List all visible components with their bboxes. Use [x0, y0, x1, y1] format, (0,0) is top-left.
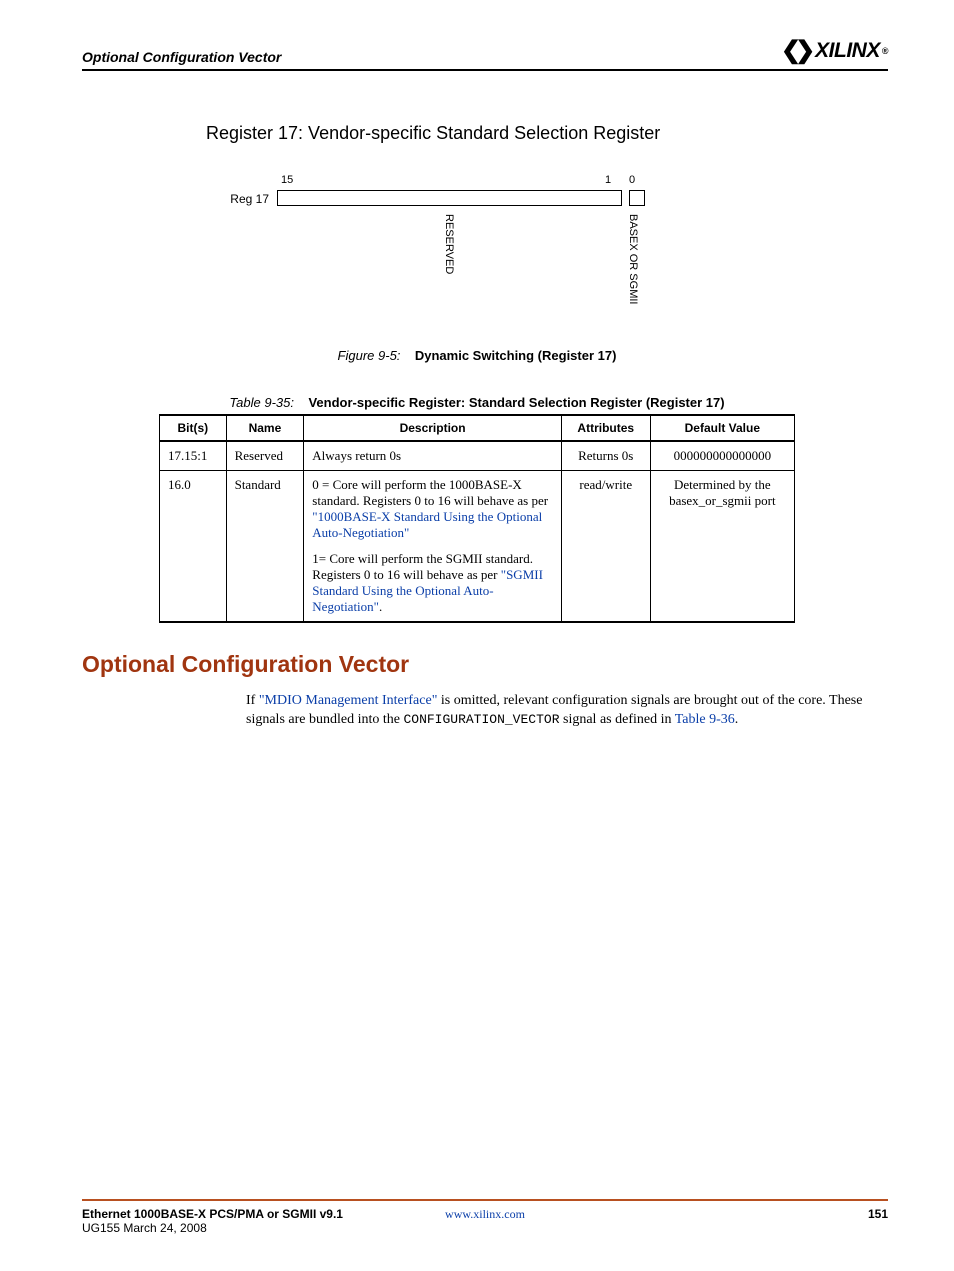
bit-label-1: 1 [605, 174, 611, 186]
cell-description: 0 = Core will perform the 1000BASE-X sta… [304, 471, 562, 623]
desc-text: 0 = Core will perform the 1000BASE-X sta… [312, 477, 548, 508]
figure-number: Figure 9-5: [338, 348, 401, 363]
bit-label-15: 15 [281, 174, 293, 186]
register-field-gap [621, 190, 629, 206]
th-bits: Bit(s) [160, 415, 227, 441]
section-body-paragraph: If "MDIO Management Interface" is omitte… [246, 692, 888, 730]
figure-caption: Figure 9-5: Dynamic Switching (Register … [0, 348, 954, 363]
register-table: Bit(s) Name Description Attributes Defau… [159, 414, 795, 623]
code-literal: CONFIGURATION_VECTOR [403, 712, 559, 727]
register-field-bit0-box [629, 190, 645, 206]
page-header: Optional Configuration Vector ❮❯ XILINX® [82, 36, 888, 71]
cell-name: Standard [226, 471, 304, 623]
body-text: . [735, 712, 739, 727]
table-row: 17.15:1 Reserved Always return 0s Return… [160, 441, 795, 471]
cell-bits: 17.15:1 [160, 441, 227, 471]
cell-attributes: read/write [561, 471, 650, 623]
cross-reference-link[interactable]: "1000BASE-X Standard Using the Optional … [312, 509, 542, 540]
registered-mark: ® [882, 46, 888, 56]
xilinx-logo-icon: ❮❯ [781, 36, 809, 65]
section-heading: Optional Configuration Vector [82, 651, 954, 678]
table-caption: Table 9-35: Vendor-specific Register: St… [0, 395, 954, 410]
register-field-labels: RESERVED BASEX OR SGMII [277, 210, 677, 340]
th-description: Description [304, 415, 562, 441]
register-row-label: Reg 17 [221, 190, 277, 206]
desc-text: . [379, 599, 382, 614]
register-row: Reg 17 [277, 190, 677, 206]
footer-page-number: 151 [868, 1207, 888, 1235]
register-field-reserved-box [277, 190, 621, 206]
bit-label-0: 0 [629, 174, 635, 186]
footer-doc-sub: UG155 March 24, 2008 [82, 1221, 343, 1235]
running-header-title: Optional Configuration Vector [82, 49, 281, 65]
page-footer: Ethernet 1000BASE-X PCS/PMA or SGMII v9.… [82, 1199, 888, 1235]
figure-title: Dynamic Switching (Register 17) [415, 348, 617, 363]
footer-doc-title: Ethernet 1000BASE-X PCS/PMA or SGMII v9.… [82, 1207, 343, 1221]
xilinx-logo-text: XILINX [815, 39, 880, 63]
field-label-reserved: RESERVED [443, 214, 455, 274]
cell-name: Reserved [226, 441, 304, 471]
th-attributes: Attributes [561, 415, 650, 441]
bit-index-labels: 15 1 0 [277, 174, 677, 190]
xilinx-logo: ❮❯ XILINX® [781, 36, 888, 65]
footer-left: Ethernet 1000BASE-X PCS/PMA or SGMII v9.… [82, 1207, 343, 1235]
table-title: Vendor-specific Register: Standard Selec… [308, 395, 724, 410]
body-text: If [246, 693, 259, 708]
cell-description: Always return 0s [304, 441, 562, 471]
table-number: Table 9-35: [229, 395, 294, 410]
cell-attributes: Returns 0s [561, 441, 650, 471]
th-default: Default Value [650, 415, 794, 441]
cross-reference-link[interactable]: Table 9-36 [675, 712, 735, 727]
register-boxes [277, 190, 645, 206]
register-heading: Register 17: Vendor-specific Standard Se… [206, 123, 954, 144]
table-row: 16.0 Standard 0 = Core will perform the … [160, 471, 795, 623]
th-name: Name [226, 415, 304, 441]
cell-default: Determined by the basex_or_sgmii port [650, 471, 794, 623]
cell-bits: 16.0 [160, 471, 227, 623]
footer-url-link[interactable]: www.xilinx.com [445, 1207, 525, 1221]
table-header-row: Bit(s) Name Description Attributes Defau… [160, 415, 795, 441]
cross-reference-link[interactable]: "MDIO Management Interface" [259, 693, 438, 708]
register-diagram: 15 1 0 Reg 17 RESERVED BASEX OR SGMII [277, 174, 677, 340]
cell-default: 000000000000000 [650, 441, 794, 471]
body-text: signal as defined in [560, 712, 675, 727]
field-label-basex: BASEX OR SGMII [627, 214, 639, 304]
